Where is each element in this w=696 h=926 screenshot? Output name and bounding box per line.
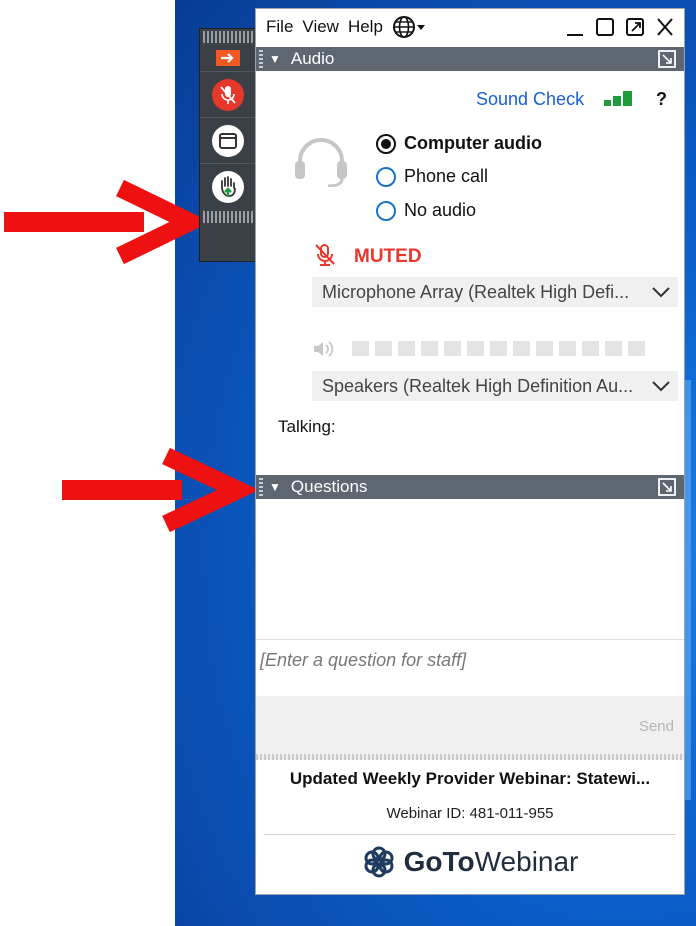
- questions-log: [256, 499, 684, 639]
- language-menu-button[interactable]: [392, 15, 426, 39]
- pointer-arrow-questions: [62, 448, 258, 532]
- strip-grip-bottom[interactable]: [203, 211, 253, 223]
- window-controls: [566, 17, 674, 37]
- gotowebinar-panel: File View Help ▼ Audio Sound Check ? Com…: [255, 8, 685, 895]
- control-strip: [199, 28, 257, 262]
- audio-section-title: Audio: [290, 49, 335, 68]
- muted-status: MUTED: [354, 246, 422, 267]
- collapse-triangle-icon: ▼: [269, 52, 281, 66]
- header-grip: [259, 478, 263, 496]
- headset-icon: [295, 138, 347, 187]
- mic-muted-icon: [212, 78, 244, 111]
- speaker-level-meter: [352, 341, 645, 356]
- chevron-down-icon: [652, 381, 670, 392]
- hide-panel-button[interactable]: [200, 45, 256, 71]
- gotowebinar-logo: GoTo Webinar: [256, 845, 684, 879]
- option-phone-call[interactable]: Phone call: [376, 166, 488, 187]
- exit-arrow-icon: [216, 50, 240, 66]
- menu-file[interactable]: File: [266, 17, 293, 37]
- option-computer-audio[interactable]: Computer audio: [376, 133, 542, 154]
- option-label: No audio: [404, 200, 477, 220]
- question-placeholder: [Enter a question for staff]: [260, 650, 467, 670]
- questions-section-title: Questions: [290, 477, 368, 496]
- microphone-select[interactable]: Microphone Array (Realtek High Defi...: [312, 277, 678, 307]
- signal-strength-icon: [604, 91, 632, 106]
- popout-icon[interactable]: [658, 478, 676, 496]
- speaker-icon: [314, 341, 334, 357]
- raise-hand-icon: [212, 170, 244, 203]
- menu-help[interactable]: Help: [348, 17, 383, 37]
- send-button[interactable]: Send: [639, 718, 674, 735]
- screen-view-button[interactable]: [200, 117, 256, 163]
- globe-icon: [392, 16, 415, 38]
- window-icon: [212, 124, 244, 157]
- option-label: Computer audio: [404, 133, 542, 153]
- chevron-down-icon: [652, 287, 670, 298]
- maximize-button[interactable]: [596, 17, 614, 37]
- header-grip: [259, 50, 263, 68]
- mic-muted-icon: [315, 244, 335, 266]
- option-label: Phone call: [404, 166, 489, 186]
- sound-check-link[interactable]: Sound Check: [476, 89, 584, 110]
- brand-light: Webinar: [474, 846, 579, 877]
- questions-section-header[interactable]: ▼ Questions: [256, 475, 684, 499]
- speakers-select[interactable]: Speakers (Realtek High Definition Au...: [312, 371, 678, 401]
- microphone-value: Microphone Array (Realtek High Defi...: [322, 281, 630, 302]
- minimize-button[interactable]: [566, 17, 584, 37]
- divider: [264, 834, 676, 835]
- radio-phone-call[interactable]: [376, 166, 396, 187]
- popout-icon[interactable]: [658, 50, 676, 68]
- webinar-title: Updated Weekly Provider Webinar: Statewi…: [289, 769, 651, 788]
- radio-computer-audio[interactable]: [376, 133, 396, 154]
- menu-view[interactable]: View: [302, 17, 339, 37]
- send-bar: Send: [256, 696, 684, 754]
- strip-grip-top[interactable]: [203, 31, 253, 43]
- popout-window-button[interactable]: [626, 17, 644, 37]
- raise-hand-button[interactable]: [200, 163, 256, 209]
- speakers-value: Speakers (Realtek High Definition Au...: [322, 375, 634, 396]
- flower-logo-icon: [364, 846, 394, 878]
- resize-grip[interactable]: [256, 754, 684, 760]
- dropdown-caret-icon: [416, 25, 425, 30]
- brand-bold: GoTo: [403, 846, 475, 877]
- audio-section-header[interactable]: ▼ Audio: [256, 47, 684, 71]
- question-input[interactable]: [Enter a question for staff]: [256, 640, 684, 696]
- collapse-triangle-icon: ▼: [269, 480, 281, 494]
- webinar-id: Webinar ID: 481-011-955: [386, 805, 554, 822]
- talking-label: Talking:: [278, 417, 336, 436]
- option-no-audio[interactable]: No audio: [376, 200, 476, 221]
- close-button[interactable]: [656, 17, 674, 37]
- pointer-arrow-control-strip: [4, 180, 200, 264]
- radio-no-audio[interactable]: [376, 200, 396, 221]
- audio-help-button[interactable]: ?: [656, 89, 667, 110]
- mute-toggle-button[interactable]: [200, 71, 256, 117]
